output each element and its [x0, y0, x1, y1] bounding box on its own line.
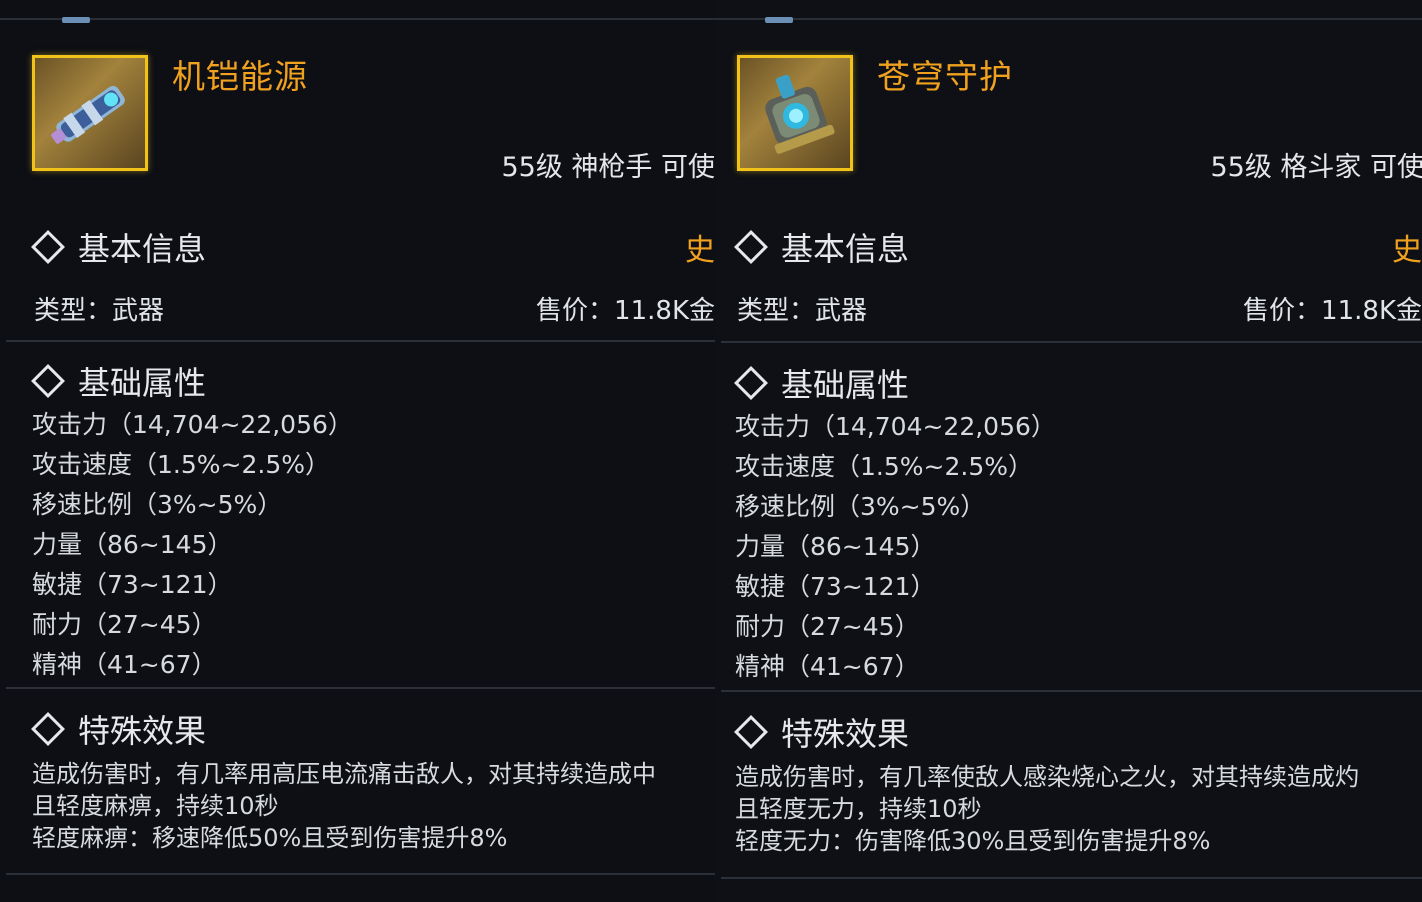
top-divider — [715, 18, 1422, 20]
section-title: 基础属性 — [781, 366, 910, 404]
item-type: 类型：武器 — [34, 296, 165, 326]
diamond-bullet-icon — [31, 364, 65, 398]
item-type: 类型：武器 — [737, 296, 868, 326]
attribute-row: 耐力（27~45） — [735, 612, 920, 641]
attribute-row: 攻击力（14,704~22,056） — [735, 412, 1056, 441]
attribute-row: 精神（41~67） — [735, 652, 920, 681]
section-title: 特殊效果 — [78, 712, 207, 750]
section-title: 特殊效果 — [781, 715, 910, 753]
diamond-bullet-icon — [734, 715, 768, 749]
effect-line: 轻度麻痹：移速降低50%且受到伤害提升8% — [32, 824, 508, 852]
item-tooltip-left: 机铠能源 55级 神枪手 可使 基本信息 史 类型：武器 售价：11.8K金 基… — [0, 0, 715, 902]
energy-cannon-icon — [51, 85, 125, 144]
rarity-label: 史 — [1392, 233, 1422, 268]
effect-line: 造成伤害时，有几率用高压电流痛击敌人，对其持续造成中 — [32, 760, 656, 788]
section-basic-info: 基本信息 — [31, 224, 207, 270]
section-divider — [721, 690, 1422, 692]
attribute-row: 力量（86~145） — [735, 532, 936, 561]
item-icon-slot[interactable] — [737, 55, 853, 171]
section-divider — [6, 873, 715, 875]
attribute-row: 移速比例（3%~5%） — [32, 490, 283, 519]
rarity-label: 史 — [685, 233, 715, 268]
section-divider — [721, 341, 1422, 343]
attribute-row: 攻击速度（1.5%~2.5%） — [32, 450, 330, 479]
attribute-row: 攻击力（14,704~22,056） — [32, 410, 353, 439]
attribute-list: 攻击力（14,704~22,056） 攻击速度（1.5%~2.5%） 移速比例（… — [735, 407, 1056, 687]
level-class-requirement: 55级 格斗家 可使 — [1210, 152, 1422, 183]
item-icon-slot[interactable] — [32, 55, 148, 171]
item-tooltip-right: 苍穹守护 55级 格斗家 可使 基本信息 史 类型：武器 售价：11.8K金 基… — [715, 0, 1422, 902]
diamond-bullet-icon — [734, 230, 768, 264]
attribute-list: 攻击力（14,704~22,056） 攻击速度（1.5%~2.5%） 移速比例（… — [32, 405, 353, 685]
tooltip-tab-marker — [62, 17, 90, 23]
section-divider — [6, 340, 715, 342]
tooltip-tab-marker — [765, 17, 793, 23]
top-divider — [0, 18, 715, 20]
section-divider — [6, 687, 715, 689]
attribute-row: 移速比例（3%~5%） — [735, 492, 986, 521]
attribute-row: 敏捷（73~121） — [32, 570, 233, 599]
diamond-bullet-icon — [31, 712, 65, 746]
section-title: 基本信息 — [78, 230, 207, 268]
special-effect-text: 造成伤害时，有几率用高压电流痛击敌人，对其持续造成中 且轻度麻痹，持续10秒 轻… — [32, 758, 656, 854]
section-special-effect: 特殊效果 — [734, 709, 910, 755]
attribute-row: 攻击速度（1.5%~2.5%） — [735, 452, 1033, 481]
section-title: 基础属性 — [78, 364, 207, 402]
attribute-row: 精神（41~67） — [32, 650, 217, 679]
gauntlet-icon — [765, 74, 835, 154]
effect-line: 且轻度麻痹，持续10秒 — [32, 792, 279, 820]
section-base-attributes: 基础属性 — [31, 358, 207, 404]
attribute-row: 敏捷（73~121） — [735, 572, 936, 601]
item-name: 苍穹守护 — [877, 57, 1013, 96]
section-divider — [721, 877, 1422, 879]
section-special-effect: 特殊效果 — [31, 706, 207, 752]
section-base-attributes: 基础属性 — [734, 360, 910, 406]
effect-line: 且轻度无力，持续10秒 — [735, 795, 982, 823]
section-title: 基本信息 — [781, 230, 910, 268]
diamond-bullet-icon — [31, 230, 65, 264]
attribute-row: 力量（86~145） — [32, 530, 233, 559]
attribute-row: 耐力（27~45） — [32, 610, 217, 639]
diamond-bullet-icon — [734, 366, 768, 400]
sell-price: 售价：11.8K金 — [536, 296, 715, 326]
section-basic-info: 基本信息 — [734, 224, 910, 270]
special-effect-text: 造成伤害时，有几率使敌人感染烧心之火，对其持续造成灼 且轻度无力，持续10秒 轻… — [735, 761, 1359, 857]
item-name: 机铠能源 — [172, 57, 308, 96]
effect-line: 轻度无力：伤害降低30%且受到伤害提升8% — [735, 827, 1211, 855]
effect-line: 造成伤害时，有几率使敌人感染烧心之火，对其持续造成灼 — [735, 763, 1359, 791]
sell-price: 售价：11.8K金 — [1243, 296, 1422, 326]
level-class-requirement: 55级 神枪手 可使 — [501, 152, 715, 183]
